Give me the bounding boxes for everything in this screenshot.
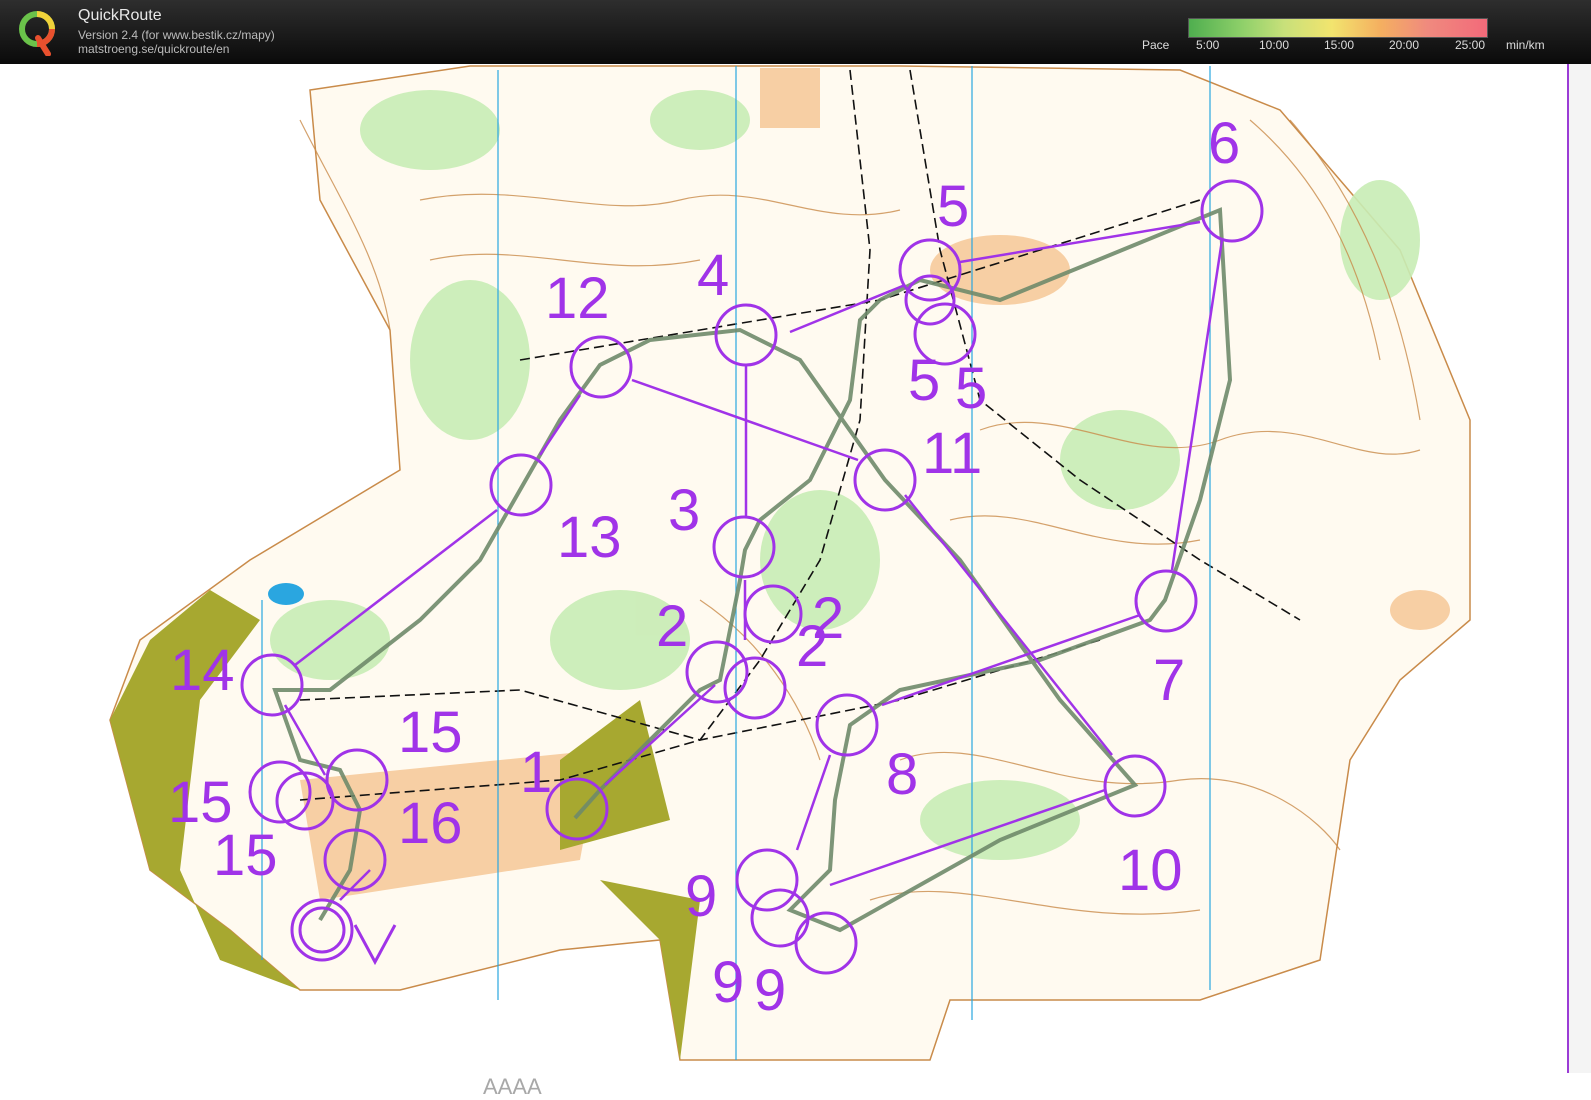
pond <box>268 583 304 605</box>
right-scrollbar-edge[interactable] <box>1567 64 1591 1073</box>
quickroute-logo-icon <box>19 11 55 56</box>
pace-tick: 20:00 <box>1389 38 1420 52</box>
watermark-text: AAAA <box>483 1074 542 1099</box>
website-link[interactable]: matstroeng.se/quickroute/en <box>78 42 229 56</box>
control-number: 16 <box>398 791 463 856</box>
control-number: 1 <box>520 740 552 805</box>
pace-tick: 25:00 <box>1455 38 1486 52</box>
pace-unit: min/km <box>1506 38 1545 52</box>
app-name: QuickRoute <box>78 7 162 24</box>
control-number: 9 <box>685 864 717 929</box>
control-number: 9 <box>712 950 744 1015</box>
control-number: 5 <box>955 356 987 421</box>
control-number: 11 <box>922 421 982 486</box>
control-number: 15 <box>213 823 278 888</box>
control-number: 3 <box>668 478 700 543</box>
pace-tick: 10:00 <box>1259 38 1290 52</box>
pace-tick: 5:00 <box>1196 38 1220 52</box>
control-number: 2 <box>656 594 688 659</box>
control-number: 14 <box>170 638 235 703</box>
orienteering-map[interactable]: 1 2 2 2 3 4 5 5 5 6 7 8 9 9 9 10 11 12 1… <box>0 64 1591 1099</box>
control-number: 5 <box>908 348 940 413</box>
control-number: 12 <box>545 266 610 331</box>
title-bar: QuickRoute Version 2.4 (for www.bestik.c… <box>0 0 1591 64</box>
control-number: 8 <box>886 742 918 807</box>
pace-label: Pace <box>1142 38 1170 52</box>
control-number: 5 <box>937 174 969 239</box>
control-number: 6 <box>1208 111 1240 176</box>
pace-color-scale <box>1188 18 1488 38</box>
control-number: 4 <box>697 243 729 308</box>
control-number: 9 <box>754 958 786 1023</box>
control-number: 7 <box>1153 648 1185 713</box>
control-number: 2 <box>796 614 828 679</box>
control-number: 15 <box>398 700 463 765</box>
pace-tick: 15:00 <box>1324 38 1355 52</box>
map-canvas[interactable]: 1 2 2 2 3 4 5 5 5 6 7 8 9 9 9 10 11 12 1… <box>0 64 1591 1073</box>
control-number: 13 <box>557 505 622 570</box>
version-text: Version 2.4 (for www.bestik.cz/mapy) <box>78 28 275 42</box>
control-number: 10 <box>1118 838 1183 903</box>
